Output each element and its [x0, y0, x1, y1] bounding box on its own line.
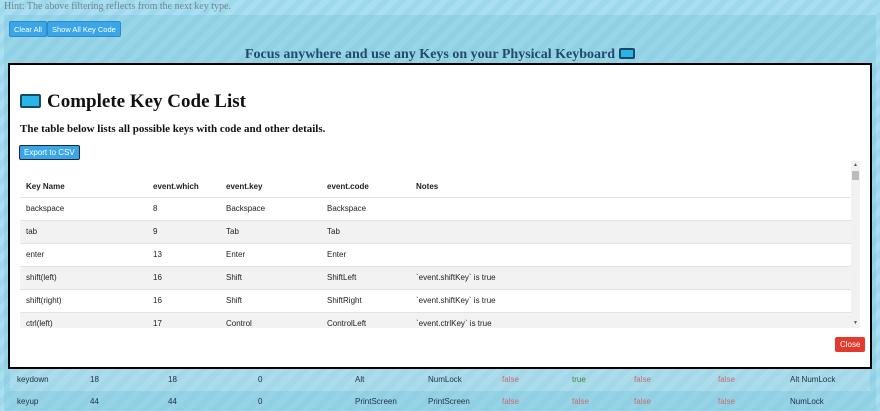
table-row: shift(left) 16 Shift ShiftLeft `event.sh… — [20, 265, 853, 289]
cell-event-code: Tab — [321, 219, 410, 243]
cell-notes — [410, 196, 853, 220]
cell-event-which: 16 — [147, 265, 220, 289]
keyboard-icon — [20, 94, 41, 108]
cell-event-key: Shift — [220, 288, 321, 312]
cell-notes — [410, 219, 853, 243]
cell-event-key: Backspace — [220, 196, 321, 220]
event-type: keyup — [17, 397, 39, 406]
cell-key-name: shift(right) — [20, 288, 147, 312]
event-keycode: 18 — [168, 375, 177, 384]
event-flag: false — [572, 397, 589, 406]
modal-title: Complete Key Code List — [20, 91, 246, 113]
cell-event-code: ShiftLeft — [321, 265, 410, 289]
modal-title-text: Complete Key Code List — [47, 91, 246, 112]
modal-description: The table below lists all possible keys … — [20, 123, 326, 135]
export-csv-button[interactable]: Export to CSV — [19, 145, 80, 160]
cell-event-code: Enter — [321, 242, 410, 266]
table-row: backspace 8 Backspace Backspace — [20, 196, 853, 220]
table-scrollbar[interactable]: ▲ ▼ — [851, 161, 860, 328]
event-type: keydown — [17, 375, 49, 384]
event-flag: false — [502, 397, 519, 406]
table-row: enter 13 Enter Enter — [20, 242, 853, 266]
cell-key-name: tab — [20, 219, 147, 243]
cell-event-code: ShiftRight — [321, 288, 410, 312]
key-code-table: Key Name event.which event.key event.cod… — [20, 173, 853, 328]
cell-event-which: 9 — [147, 219, 220, 243]
cell-event-key: Shift — [220, 265, 321, 289]
event-row: keydown 18 18 0 Alt NumLock false true f… — [10, 369, 870, 391]
keyboard-icon — [619, 48, 636, 59]
cell-key-name: shift(left) — [20, 265, 147, 289]
cell-event-code: Backspace — [321, 196, 410, 220]
key-code-table-container[interactable]: Key Name event.which event.key event.cod… — [20, 173, 861, 328]
scrollbar-thumb[interactable] — [852, 171, 859, 180]
table-row: tab 9 Tab Tab — [20, 219, 853, 243]
event-code: PrintScreen — [428, 397, 470, 406]
event-modifiers: NumLock — [790, 397, 824, 406]
column-header-event-code: event.code — [327, 181, 369, 191]
column-header-event-which: event.which — [153, 181, 199, 191]
clear-all-button[interactable]: Clear All — [9, 21, 47, 37]
event-row: keyup 44 44 0 PrintScreen PrintScreen fa… — [10, 391, 870, 411]
event-flag: false — [718, 397, 735, 406]
event-which: 18 — [90, 375, 99, 384]
page-heading: Focus anywhere and use any Keys on your … — [0, 47, 880, 63]
event-flag: true — [572, 375, 586, 384]
cell-event-which: 8 — [147, 196, 220, 220]
cell-event-which: 16 — [147, 288, 220, 312]
event-location: 0 — [258, 375, 263, 384]
cell-key-name: backspace — [20, 196, 147, 220]
column-header-key-name: Key Name — [26, 181, 65, 191]
column-header-notes: Notes — [416, 181, 439, 191]
table-row: shift(right) 16 Shift ShiftRight `event.… — [20, 288, 853, 312]
event-which: 44 — [90, 397, 99, 406]
table-header-row: Key Name event.which event.key event.cod… — [20, 173, 853, 197]
cell-notes: `event.shiftKey` is true — [410, 265, 853, 289]
cell-event-which: 17 — [147, 311, 220, 328]
cell-event-key: Control — [220, 311, 321, 328]
event-key: Alt — [355, 375, 365, 384]
cell-event-code: ControlLeft — [321, 311, 410, 328]
show-all-key-code-button[interactable]: Show All Key Code — [47, 21, 121, 37]
cell-event-which: 13 — [147, 242, 220, 266]
event-modifiers: Alt NumLock — [790, 375, 836, 384]
page-heading-text: Focus anywhere and use any Keys on your … — [244, 47, 616, 62]
event-flag: false — [718, 375, 735, 384]
cell-event-key: Tab — [220, 219, 321, 243]
cell-event-key: Enter — [220, 242, 321, 266]
event-keycode: 44 — [168, 397, 177, 406]
table-row: ctrl(left) 17 Control ControlLeft `event… — [20, 311, 853, 328]
cell-notes — [410, 242, 853, 266]
column-header-event-key: event.key — [226, 181, 263, 191]
event-flag: false — [634, 397, 651, 406]
scroll-down-arrow-icon[interactable]: ▼ — [851, 319, 860, 328]
event-key: PrintScreen — [355, 397, 397, 406]
cell-notes: `event.shiftKey` is true — [410, 288, 853, 312]
cell-key-name: ctrl(left) — [20, 311, 147, 328]
event-flag: false — [502, 375, 519, 384]
scroll-up-arrow-icon[interactable]: ▲ — [851, 161, 860, 170]
event-code: NumLock — [428, 375, 462, 384]
close-button[interactable]: Close — [835, 337, 866, 352]
event-location: 0 — [258, 397, 263, 406]
key-code-modal: Complete Key Code List The table below l… — [8, 63, 872, 369]
cell-notes: `event.ctrlKey` is true — [410, 311, 853, 328]
hint-text: Hint: The above filtering reflects from … — [4, 1, 231, 12]
cell-key-name: enter — [20, 242, 147, 266]
event-flag: false — [634, 375, 651, 384]
